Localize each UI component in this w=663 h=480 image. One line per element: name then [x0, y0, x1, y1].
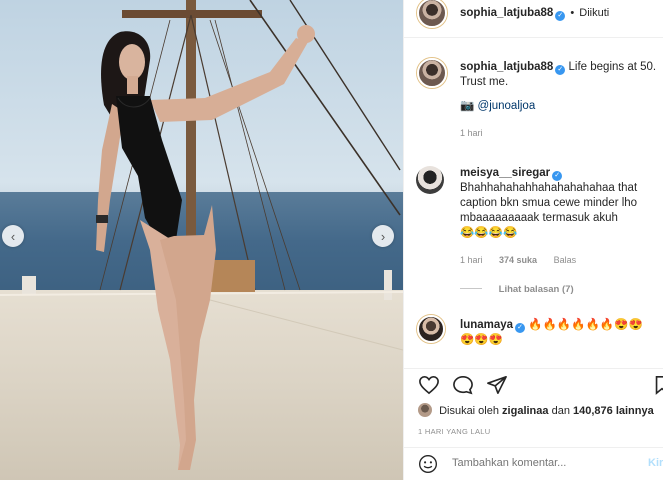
view-replies-button[interactable]: Lihat balasan (7) [460, 284, 574, 295]
liker-username[interactable]: zigalinaa [502, 405, 548, 417]
comment-emoji: 😂😂😂😂 [460, 227, 518, 239]
comment-like-count[interactable]: 374 suka [499, 255, 537, 265]
comment-text: Bhahhahahahhahahahahahaa that caption bk… [460, 182, 638, 224]
commenter-avatar[interactable] [416, 314, 446, 344]
commenter-username[interactable]: lunamaya [460, 319, 513, 331]
reply-button[interactable]: Balas [554, 255, 577, 265]
photo-credit: 📷 @junoaljoa [460, 99, 660, 114]
liked-by-prefix: Disukai oleh [439, 405, 499, 417]
caption-username[interactable]: sophia_latjuba88 [460, 61, 553, 73]
liked-by-suffix[interactable]: lainnya [616, 405, 654, 417]
post-header: sophia_latjuba88 ✓ • Diikuti [404, 0, 663, 38]
heart-icon[interactable] [418, 375, 440, 395]
comment-input[interactable] [452, 457, 632, 469]
author-avatar[interactable] [416, 0, 448, 29]
smiley-icon[interactable] [418, 454, 438, 474]
verified-badge-icon: ✓ [555, 11, 566, 21]
author-username[interactable]: sophia_latjuba88 [460, 7, 553, 19]
bookmark-icon[interactable] [654, 375, 663, 395]
add-comment-bar: Kirim [404, 447, 663, 477]
separator-dot: • [570, 7, 575, 19]
author-header: sophia_latjuba88 ✓ • Diikuti [460, 7, 609, 21]
verified-badge-icon: ✓ [552, 171, 563, 181]
comment-time[interactable]: 1 hari [460, 255, 483, 265]
prev-photo-button[interactable]: ‹ [2, 225, 24, 247]
post-comment-button[interactable]: Kirim [648, 457, 663, 469]
follow-status-button[interactable]: Diikuti [579, 7, 609, 19]
comments-section: sophia_latjuba88 ✓ Life begins at 50. Tru… [404, 38, 663, 368]
comment-emoji: 😍😍😍 [460, 334, 503, 346]
comment-item: meisya__siregar ✓ Bhahhahahahhahahahahaha… [460, 166, 660, 268]
verified-badge-icon: ✓ [555, 65, 566, 75]
comment-emoji: 🔥🔥🔥🔥🔥🔥😍😍 [528, 319, 643, 331]
caption-time[interactable]: 1 hari [460, 128, 483, 138]
commenter-username[interactable]: meisya__siregar [460, 167, 550, 179]
caption: sophia_latjuba88 ✓ Life begins at 50. Tru… [460, 60, 660, 141]
post-sidebar: sophia_latjuba88 ✓ • Diikuti sophia_latju… [403, 0, 663, 480]
commenter-avatar[interactable] [416, 166, 444, 194]
post-photo[interactable]: ‹ › [0, 0, 403, 480]
like-count[interactable]: 140,876 [573, 405, 613, 417]
caption-meta: 1 hari [460, 126, 660, 141]
next-photo-button[interactable]: › [372, 225, 394, 247]
liked-by-middle: dan [551, 405, 570, 417]
liker-avatar[interactable] [418, 403, 432, 417]
post-actions: Disukai oleh zigalinaa dan 140,876 lainn… [404, 368, 663, 476]
chevron-left-icon: ‹ [10, 228, 16, 244]
comment-meta: 1 hari 374 suka Balas [460, 253, 660, 268]
verified-badge-icon: ✓ [515, 323, 526, 333]
chevron-right-icon: › [380, 228, 386, 244]
view-replies-label: Lihat balasan (7) [498, 284, 574, 295]
post-timestamp[interactable]: 1 HARI YANG LALU [418, 427, 490, 436]
photo-credit-mention[interactable]: 📷 @junoaljoa [460, 100, 535, 112]
liked-by: Disukai oleh zigalinaa dan 140,876 lainn… [418, 403, 654, 417]
photo-scene [0, 0, 403, 470]
comment-item: lunamaya ✓ 🔥🔥🔥🔥🔥🔥😍😍 😍😍😍 [460, 318, 660, 348]
comment-icon[interactable] [452, 375, 474, 395]
send-icon[interactable] [486, 375, 508, 395]
caption-avatar[interactable] [416, 57, 448, 89]
